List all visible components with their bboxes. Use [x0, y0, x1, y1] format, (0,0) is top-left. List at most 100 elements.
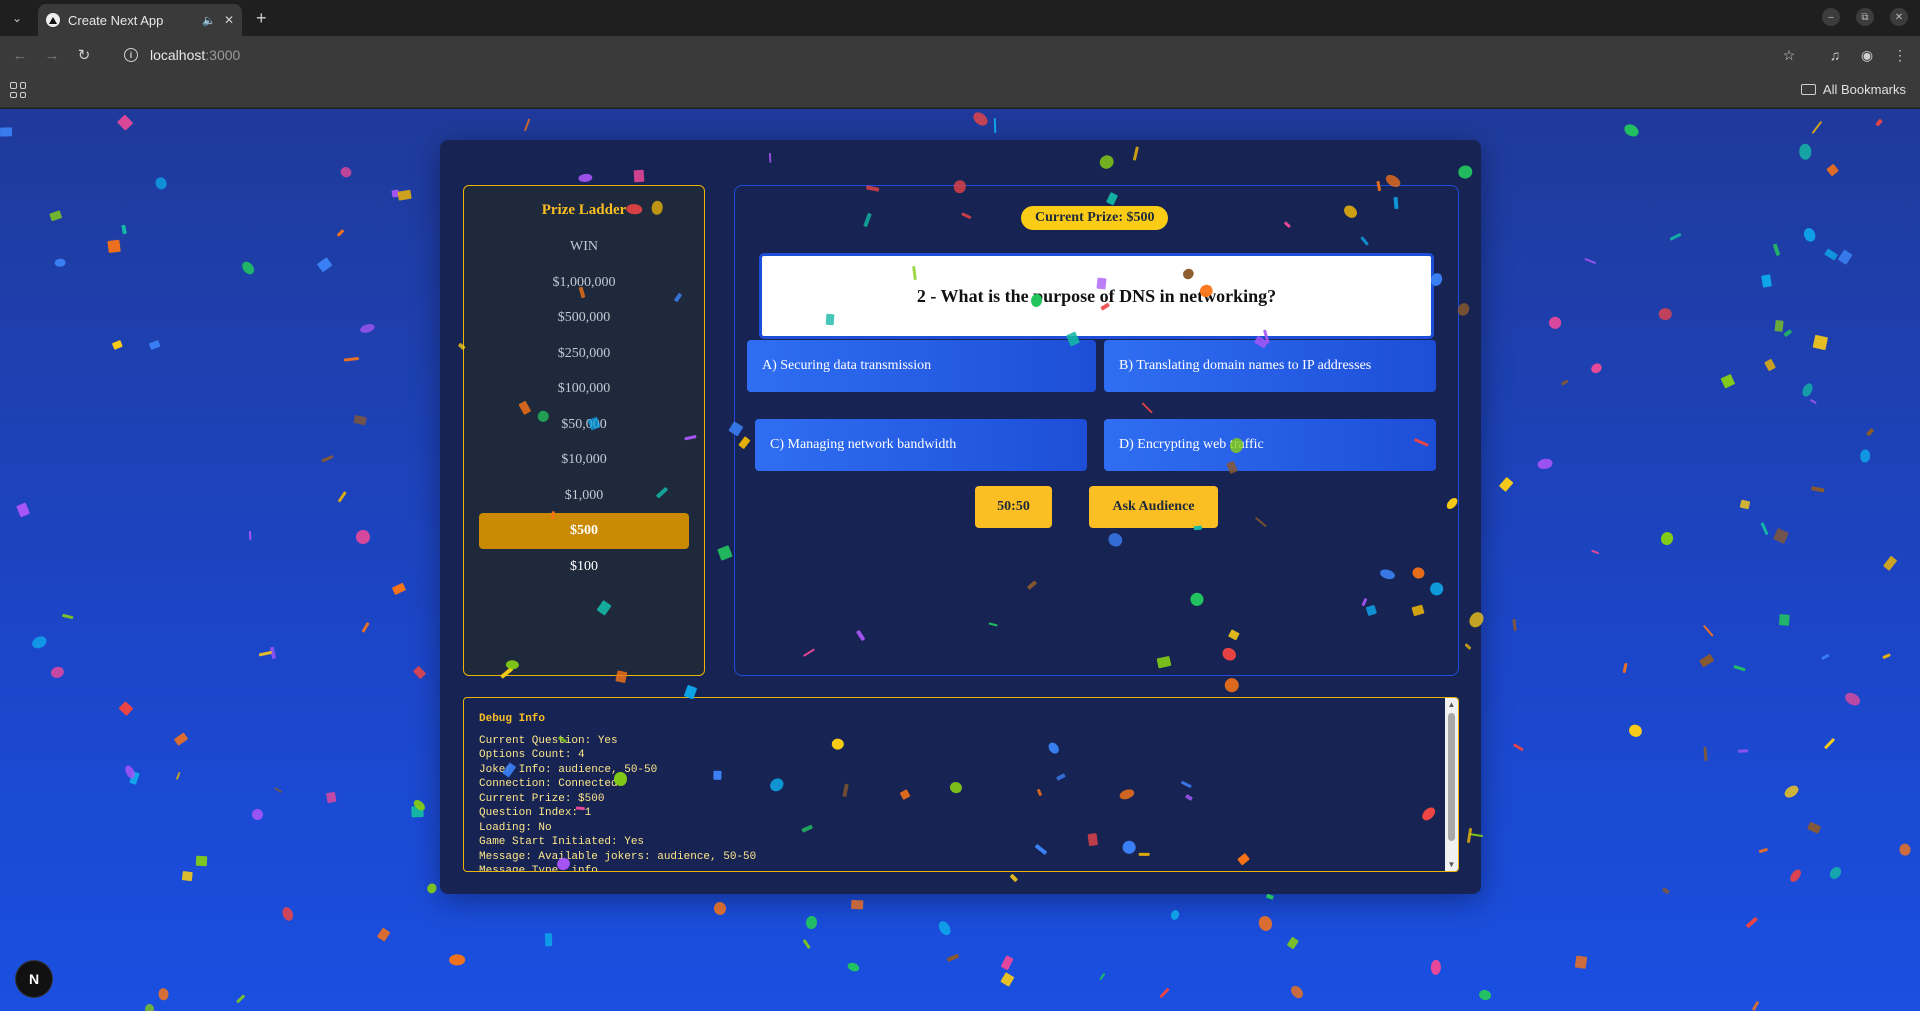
- confetti-piece: [1812, 121, 1823, 135]
- confetti-piece: [144, 1003, 155, 1011]
- confetti-piece: [274, 786, 282, 793]
- confetti-piece: [344, 357, 360, 363]
- confetti-piece: [1883, 555, 1898, 571]
- confetti-piece: [1560, 379, 1569, 386]
- confetti-piece: [1627, 722, 1645, 740]
- confetti-piece: [1824, 738, 1836, 750]
- minimize-icon[interactable]: –: [1822, 8, 1840, 26]
- confetti-piece: [175, 771, 181, 780]
- ladder-item-win: WIN: [570, 239, 598, 254]
- answer-option-a[interactable]: A) Securing data transmission: [747, 340, 1096, 392]
- confetti-piece: [358, 322, 376, 335]
- address-bar[interactable]: i localhost:3000: [110, 40, 1790, 70]
- confetti-piece: [153, 175, 169, 192]
- confetti-piece: [1788, 867, 1803, 884]
- confetti-piece: [1574, 955, 1588, 970]
- debug-line: Question Index: 1: [479, 807, 592, 819]
- confetti-piece: [1512, 618, 1517, 631]
- confetti-piece: [805, 915, 818, 930]
- answer-option-b[interactable]: B) Translating domain names to IP addres…: [1104, 340, 1436, 392]
- confetti-piece: [802, 938, 811, 949]
- debug-scrollbar[interactable]: ▲ ▼: [1445, 698, 1458, 871]
- confetti-piece: [1478, 988, 1493, 1002]
- answer-option-c[interactable]: C) Managing network bandwidth: [755, 419, 1087, 471]
- url-text: localhost:3000: [150, 47, 241, 63]
- confetti-piece: [280, 905, 295, 923]
- ladder-item-1000000: $1,000,000: [552, 275, 616, 290]
- confetti-piece: [1661, 886, 1670, 894]
- confetti-piece: [1703, 746, 1708, 762]
- confetti-piece: [1778, 614, 1790, 626]
- scroll-up-arrow-icon[interactable]: ▲: [1445, 698, 1458, 711]
- nextjs-favicon-icon: [46, 13, 60, 27]
- prize-ladder: Prize Ladder WIN $1,000,000 $500,000 $25…: [463, 185, 705, 676]
- confetti-piece: [317, 257, 333, 273]
- debug-line: Loading: No: [479, 821, 552, 834]
- confetti-piece: [123, 763, 138, 780]
- tab-title: Create Next App: [68, 12, 164, 28]
- confetti-piece: [994, 118, 997, 133]
- confetti-piece: [1658, 307, 1672, 321]
- scroll-thumb[interactable]: [1448, 713, 1455, 841]
- forward-arrow-icon[interactable]: →: [42, 45, 62, 65]
- page-viewport: Prize Ladder WIN $1,000,000 $500,000 $25…: [0, 109, 1920, 1011]
- confetti-piece: [239, 259, 257, 277]
- ladder-item-500-current: $500: [479, 513, 689, 549]
- confetti-piece: [1658, 530, 1675, 547]
- debug-line: Game Start Initiated: Yes: [479, 836, 645, 848]
- all-bookmarks-button[interactable]: All Bookmarks: [1800, 82, 1906, 97]
- bookmark-star-icon[interactable]: ☆: [1780, 46, 1798, 64]
- apps-grid-icon[interactable]: [10, 82, 26, 98]
- restore-icon[interactable]: ⧉: [1856, 8, 1874, 26]
- confetti-piece: [248, 531, 252, 541]
- ladder-item-10000: $10,000: [561, 452, 607, 467]
- nextjs-dev-indicator[interactable]: N: [16, 961, 52, 997]
- close-window-icon[interactable]: ✕: [1890, 8, 1908, 26]
- confetti-piece: [1288, 983, 1306, 1001]
- confetti-piece: [258, 650, 273, 657]
- profile-icon[interactable]: ◉: [1858, 46, 1876, 64]
- confetti-piece: [523, 118, 531, 132]
- confetti-piece: [336, 229, 345, 238]
- confetti-piece: [1535, 458, 1553, 471]
- new-tab-plus-icon[interactable]: +: [256, 8, 267, 28]
- tab-search-chevron-icon[interactable]: ⌄: [7, 8, 27, 28]
- debug-line: Options Count: 4: [479, 749, 585, 761]
- confetti-piece: [62, 614, 74, 620]
- confetti-piece: [1775, 319, 1784, 332]
- menu-kebab-icon[interactable]: ⋮: [1891, 46, 1909, 64]
- speaker-icon[interactable]: 🔈: [202, 14, 216, 27]
- debug-content: Debug Info Current Question: Yes Options…: [479, 712, 1438, 871]
- browser-tab[interactable]: Create Next App 🔈 ✕: [38, 4, 242, 36]
- fifty-fifty-button[interactable]: 50:50: [975, 486, 1052, 528]
- confetti-piece: [1670, 232, 1683, 241]
- question-panel: Current Prize: $500 2 - What is the purp…: [734, 185, 1459, 676]
- close-tab-icon[interactable]: ✕: [224, 13, 234, 27]
- ask-audience-button[interactable]: Ask Audience: [1089, 486, 1218, 528]
- confetti-piece: [251, 808, 264, 822]
- ladder-item-100000: $100,000: [557, 381, 611, 396]
- scroll-down-arrow-icon[interactable]: ▼: [1445, 858, 1458, 871]
- confetti-piece: [48, 210, 63, 222]
- confetti-piece: [850, 899, 863, 910]
- browser-tab-bar: ⌄ Create Next App 🔈 ✕ + – ⧉ ✕: [0, 0, 1920, 36]
- confetti-piece: [1699, 654, 1714, 668]
- confetti-piece: [411, 797, 427, 813]
- confetti-piece: [1772, 527, 1789, 544]
- site-info-icon[interactable]: i: [124, 48, 138, 62]
- confetti-piece: [1732, 664, 1746, 671]
- back-arrow-icon[interactable]: ←: [10, 45, 30, 65]
- confetti-piece: [361, 621, 371, 634]
- debug-info-panel[interactable]: Debug Info Current Question: Yes Options…: [463, 697, 1459, 872]
- confetti-piece: [158, 987, 169, 1001]
- confetti-piece: [353, 414, 367, 426]
- debug-line: Current Question: Yes: [479, 734, 618, 747]
- confetti-piece: [1827, 865, 1844, 882]
- answer-option-d[interactable]: D) Encrypting web traffic: [1104, 419, 1436, 471]
- confetti-piece: [1622, 122, 1642, 140]
- confetti-piece: [970, 109, 990, 128]
- confetti-piece: [1740, 499, 1751, 509]
- reload-icon[interactable]: ↻: [74, 45, 94, 65]
- confetti-piece: [1512, 743, 1524, 752]
- media-controls-icon[interactable]: ♫: [1826, 46, 1844, 64]
